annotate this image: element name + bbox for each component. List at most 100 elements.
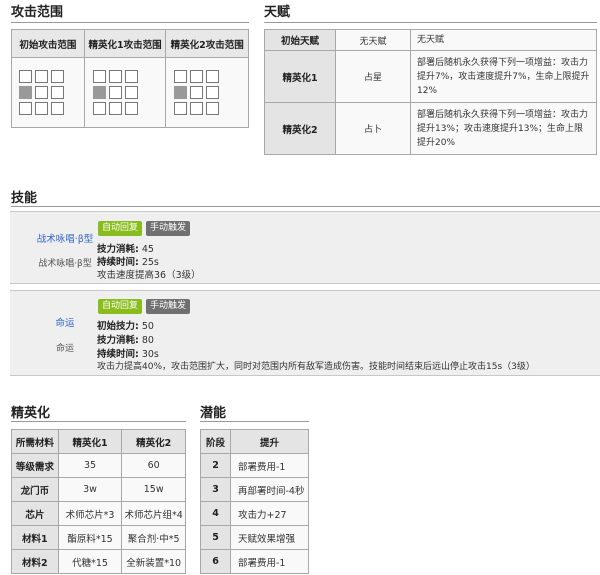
talent-name-elite2: 占卜 <box>335 102 411 155</box>
potential-stage: 2 <box>200 453 231 478</box>
table-row: 龙门币 3w 15w <box>11 477 186 502</box>
range-cell <box>108 70 122 83</box>
talent-section-title: 天赋 <box>264 5 291 20</box>
table-row: 2 部署费用-1 <box>200 453 309 478</box>
range-cell <box>35 70 48 83</box>
skill-1-name-link[interactable]: 战术咏唱·β型 <box>25 231 105 245</box>
range-cell <box>92 70 106 83</box>
elite-row-label: 龙门币 <box>11 477 59 502</box>
elite-header-elite2: 精英化2 <box>121 429 186 454</box>
attack-range-table: 初始攻击范围 精英化1攻击范围 精英化2攻击范围 <box>11 29 249 128</box>
skill-2-sp-cost: 技力消耗: 80 <box>97 335 154 346</box>
table-row: 芯片 术师芯片*3 术师芯片组*4 <box>11 501 186 526</box>
skill-card-2: 命运 命运 自动回复 手动触发 初始技力: 50 技力消耗: 80 持续时间: … <box>10 290 600 376</box>
table-row: 材料2 代糖*15 全新装置*10 <box>11 549 186 574</box>
skills-divider <box>11 206 600 207</box>
range-cell <box>124 102 138 115</box>
potential-header-stage: 阶段 <box>200 429 231 454</box>
range-cell <box>35 102 48 115</box>
skill-2-duration: 持续时间: 30s <box>97 349 159 360</box>
skill-1-recovery-tag: 自动回复 <box>98 221 143 236</box>
potential-table: 阶段 提升 2 部署费用-1 3 再部署时间-4秒 4 攻击力+27 5 天赋效… <box>200 429 309 574</box>
talent-label-elite1: 精英化1 <box>264 50 336 103</box>
range-cell <box>174 70 188 83</box>
elite-row-label: 芯片 <box>11 501 59 526</box>
elite-cell: 60 <box>121 453 186 478</box>
talent-label-initial: 初始天赋 <box>264 29 336 51</box>
elite-cell: 酯原料*15 <box>57 525 123 550</box>
table-row: 6 部署费用-1 <box>200 549 309 574</box>
elite-cell: 术师芯片组*4 <box>121 501 186 526</box>
talent-desc-elite2: 部署后随机永久获得下列一项增益：攻击力提升13%；攻击速度提升13%；生命上限提… <box>410 102 597 155</box>
range-header-elite1: 精英化1攻击范围 <box>83 29 167 58</box>
potential-stage: 5 <box>200 525 231 550</box>
potential-stage: 6 <box>200 549 231 574</box>
range-cell <box>190 102 204 115</box>
talent-divider <box>264 22 597 23</box>
talent-table: 初始天赋 无天赋 无天赋 精英化1 占星 部署后随机永久获得下列一项增益：攻击力… <box>264 29 597 155</box>
skill-1-trigger-tag: 手动触发 <box>146 221 191 236</box>
skill-1-description: 攻击速度提高36（3级） <box>97 270 201 281</box>
talent-name-initial: 无天赋 <box>335 29 411 51</box>
elite-row-label: 材料1 <box>11 525 59 550</box>
skill-2-subname: 命运 <box>55 344 74 354</box>
range-cell <box>174 102 188 115</box>
potential-effect: 攻击力+27 <box>230 501 309 526</box>
skill-2-name-link[interactable]: 命运 <box>25 315 105 329</box>
elite-cell: 聚合剂·中*5 <box>121 525 186 550</box>
range-divider <box>11 22 249 23</box>
potential-effect: 再部署时间-4秒 <box>230 477 309 502</box>
potential-section-title: 潜能 <box>200 406 227 421</box>
range-header-elite2: 精英化2攻击范围 <box>165 29 249 58</box>
elite-cell: 代糖*15 <box>57 549 123 574</box>
skill-1-subname: 战术咏唱·β型 <box>38 259 92 269</box>
range-cell <box>51 70 64 83</box>
range-cell <box>19 70 32 83</box>
range-cell <box>108 86 122 99</box>
operator-position-cell <box>174 86 188 99</box>
range-cell <box>190 70 204 83</box>
elite-header-elite1: 精英化1 <box>57 429 123 454</box>
skill-2-initial-sp: 初始技力: 50 <box>97 321 154 332</box>
elite-section-title: 精英化 <box>11 406 51 421</box>
range-cell <box>190 86 204 99</box>
potential-divider <box>200 421 309 422</box>
elite-cell: 术师芯片*3 <box>57 501 123 526</box>
potential-header-boost: 提升 <box>230 429 309 454</box>
potential-effect: 部署费用-1 <box>230 549 309 574</box>
range-cell <box>124 86 138 99</box>
range-grid-elite2 <box>165 57 249 128</box>
potential-effect: 部署费用-1 <box>230 453 309 478</box>
skills-section-title: 技能 <box>11 191 38 206</box>
operator-position-cell <box>19 86 32 99</box>
skill-1-sp-cost: 技力消耗: 45 <box>97 244 154 255</box>
talent-name-elite1: 占星 <box>335 50 411 103</box>
range-cell <box>19 102 32 115</box>
range-cell <box>206 70 220 83</box>
elite-cell: 15w <box>121 477 186 502</box>
range-cell <box>51 86 64 99</box>
table-row: 4 攻击力+27 <box>200 501 309 526</box>
range-cell <box>206 86 220 99</box>
range-section-title: 攻击范围 <box>11 5 64 20</box>
range-grid-initial <box>11 57 85 128</box>
range-grid-elite1 <box>83 57 167 128</box>
elite-row-label: 材料2 <box>11 549 59 574</box>
elite-row-label: 等级需求 <box>11 453 59 478</box>
range-cell <box>206 102 220 115</box>
skill-card-1: 战术咏唱·β型 战术咏唱·β型 自动回复 手动触发 技力消耗: 45 持续时间:… <box>10 211 600 284</box>
operator-position-cell <box>92 86 106 99</box>
talent-desc-initial: 无天赋 <box>410 29 597 51</box>
table-row: 材料1 酯原料*15 聚合剂·中*5 <box>11 525 186 550</box>
range-header-initial: 初始攻击范围 <box>11 29 85 58</box>
range-cell <box>51 102 64 115</box>
skill-2-recovery-tag: 自动回复 <box>98 299 143 314</box>
talent-label-elite2: 精英化2 <box>264 102 336 155</box>
potential-stage: 4 <box>200 501 231 526</box>
talent-desc-elite1: 部署后随机永久获得下列一项增益：攻击力提升7%，攻击速度提升7%，生命上限提升1… <box>410 50 597 103</box>
potential-effect: 天赋效果增强 <box>230 525 309 550</box>
elite-cell: 35 <box>57 453 123 478</box>
table-row: 5 天赋效果增强 <box>200 525 309 550</box>
skill-2-description: 攻击力提高40%，攻击范围扩大，同时对范围内所有敌军造成伤害。技能时间结束后远山… <box>97 362 535 372</box>
potential-stage: 3 <box>200 477 231 502</box>
